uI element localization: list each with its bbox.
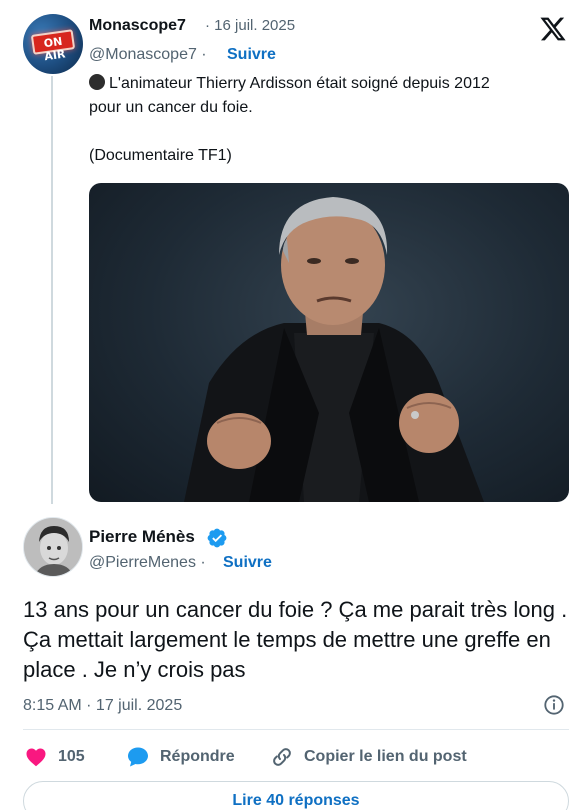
main-follow-button[interactable]: Suivre xyxy=(223,554,272,572)
on-air-text: ON AIR xyxy=(42,34,67,64)
x-logo-icon[interactable] xyxy=(539,15,567,43)
pierremenes-avatar[interactable] xyxy=(23,517,83,577)
like-button[interactable]: 105 xyxy=(24,745,85,769)
child-portrait-icon xyxy=(24,518,82,576)
like-count: 105 xyxy=(58,748,85,765)
main-tweet-text: 13 ans pour un cancer du foie ? Ça me pa… xyxy=(23,597,568,682)
parent-text-line2: pour un cancer du foie. xyxy=(89,99,253,116)
copy-link-button[interactable]: Copier le lien du post xyxy=(270,745,467,769)
parent-author-name[interactable]: Monascope7 xyxy=(89,17,186,35)
parent-follow-button[interactable]: Suivre xyxy=(227,46,276,64)
parent-text-line3: (Documentaire TF1) xyxy=(89,147,232,164)
main-author-handle[interactable]: @PierreMenes · xyxy=(89,554,206,572)
read-replies-button[interactable]: Lire 40 réponses xyxy=(23,781,569,810)
embedded-tweet-card: ON AIR Monascope7 · 16 juil. 2025 @Monas… xyxy=(0,0,586,810)
heart-icon xyxy=(26,748,46,767)
parent-tweet-text: L'animateur Thierry Ardisson était soign… xyxy=(89,72,569,168)
monascope7-avatar[interactable]: ON AIR xyxy=(23,14,83,74)
parent-text-spacer xyxy=(89,120,569,144)
reply-button[interactable]: Répondre xyxy=(126,745,235,769)
link-icon xyxy=(273,748,291,766)
info-icon[interactable] xyxy=(543,694,565,716)
parent-tweet-date[interactable]: · 16 juil. 2025 xyxy=(205,17,295,34)
thread-connector-line xyxy=(51,76,53,504)
main-author-name[interactable]: Pierre Ménès xyxy=(89,527,195,547)
parent-text-line1: L'animateur Thierry Ardisson était soign… xyxy=(109,75,490,92)
copy-link-label: Copier le lien du post xyxy=(304,748,467,765)
speech-bubble-icon xyxy=(128,747,148,767)
parent-tweet-photo[interactable] xyxy=(89,183,569,502)
parent-author-handle[interactable]: @Monascope7 · xyxy=(89,46,207,64)
portrait-image-icon xyxy=(184,197,484,502)
black-circle-emoji-icon xyxy=(89,74,105,90)
reply-label: Répondre xyxy=(160,748,235,765)
divider xyxy=(23,729,569,730)
verified-badge-icon xyxy=(207,528,227,548)
main-tweet-timestamp[interactable]: 8:15 AM · 17 juil. 2025 xyxy=(23,697,182,715)
on-air-sign: ON AIR xyxy=(30,29,76,63)
